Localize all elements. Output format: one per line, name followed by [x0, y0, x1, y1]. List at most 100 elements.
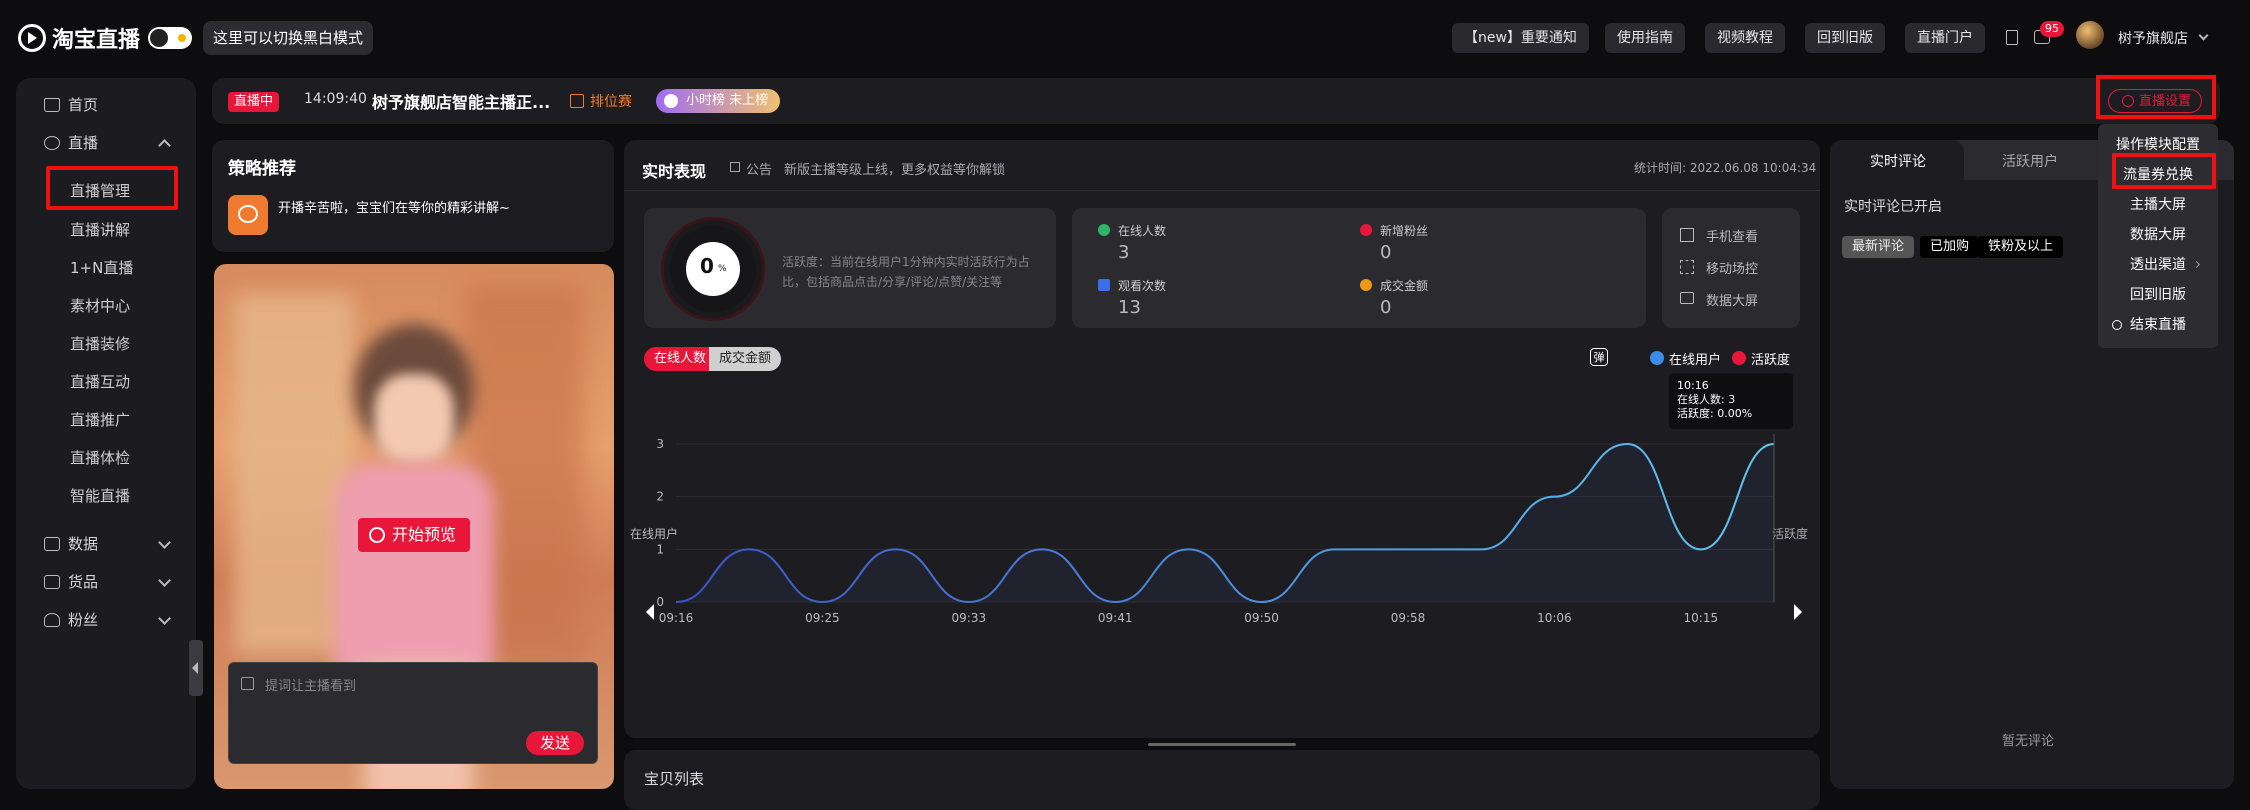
strategy-title: 策略推荐: [228, 159, 296, 179]
x-tick-label: 09:16: [659, 611, 694, 625]
chart-prev-arrow[interactable]: [646, 604, 654, 620]
y-axis-label-right: 活跃度: [1772, 526, 1808, 541]
chevron-down-icon: [158, 612, 171, 625]
sidebar-item-material[interactable]: 素材中心: [70, 295, 130, 316]
online-users-chart: 在线用户 活跃度 0 1 2 3 09:16 09:25 09:33 09:41 09:50 0…: [630, 434, 1808, 625]
metric-gmv-value: 0: [1380, 297, 1392, 318]
metric-online-value: 3: [1118, 242, 1130, 263]
highlight-box: [2096, 75, 2216, 119]
tab-online-users[interactable]: 在线人数: [644, 347, 717, 371]
taobao-live-logo-icon: [18, 24, 46, 52]
metric-views-value: 13: [1118, 297, 1141, 318]
sidebar-item-checkup[interactable]: 直播体检: [70, 447, 130, 468]
sidebar-item-interaction[interactable]: 直播互动: [70, 371, 130, 392]
sidebar-item-decoration[interactable]: 直播装修: [70, 333, 130, 354]
legend-online-users[interactable]: 在线用户: [1669, 349, 1721, 368]
power-icon: [2112, 320, 2122, 330]
chevron-down-icon[interactable]: [2198, 30, 2209, 41]
new-fans-icon: [1360, 224, 1372, 236]
theme-toggle[interactable]: [148, 27, 192, 49]
resize-handle[interactable]: [1148, 743, 1296, 746]
sidebar-item-home[interactable]: 首页: [16, 86, 196, 124]
danmu-toggle[interactable]: 弹: [1590, 348, 1608, 366]
live-time: 14:09:40: [304, 91, 367, 107]
chart-next-arrow[interactable]: [1794, 604, 1802, 620]
x-tick-label: 09:41: [1098, 611, 1133, 625]
x-tick-label: 10:06: [1537, 611, 1572, 625]
nav-important-notice[interactable]: 【new】重要通知: [1452, 23, 1589, 53]
sidebar: 首页 直播 直播管理 直播讲解 1+N直播 素材中心 直播装修 直播互动 直播推…: [16, 78, 196, 789]
prompt-input[interactable]: 提词让主播看到 发送: [228, 662, 598, 764]
filter-latest[interactable]: 最新评论: [1842, 236, 1915, 258]
chart-icon: [664, 94, 678, 108]
checkbox-icon[interactable]: [1732, 351, 1746, 365]
sidebar-item-fans[interactable]: 粉丝: [16, 601, 196, 639]
nav-video-tutorial[interactable]: 视频教程: [1705, 23, 1785, 53]
gmv-icon: [1360, 279, 1372, 291]
nav-live-portal[interactable]: 直播门户: [1905, 23, 1985, 53]
edit-icon: [241, 677, 254, 690]
shortcuts-card: 手机查看 移动场控 数据大屏: [1662, 208, 1800, 328]
shortcut-mobile-control[interactable]: 移动场控: [1706, 258, 1758, 277]
empty-comments: 暂无评论: [2002, 734, 2055, 749]
qrcode-icon: [1680, 228, 1694, 242]
nav-user-guide[interactable]: 使用指南: [1605, 23, 1685, 53]
online-users-icon: [1098, 224, 1110, 236]
series-area: [676, 444, 1774, 602]
legend-activity[interactable]: 活跃度: [1751, 349, 1790, 368]
x-tick-label: 09:58: [1391, 611, 1426, 625]
store-name[interactable]: 树予旗舰店: [2118, 28, 2188, 48]
menu-channels[interactable]: 透出渠道: [2098, 250, 2218, 280]
sidebar-item-live[interactable]: 直播: [16, 124, 196, 162]
views-icon: [1098, 279, 1110, 291]
rank-link[interactable]: 排位赛: [590, 91, 632, 111]
control-icon: [1680, 260, 1694, 274]
play-icon: [369, 527, 385, 543]
nav-old-version[interactable]: 回到旧版: [1805, 23, 1885, 53]
shortcut-mobile-view[interactable]: 手机查看: [1706, 226, 1758, 245]
chevron-down-icon: [158, 536, 171, 549]
notice-label: 公告: [746, 163, 773, 178]
checkbox-icon[interactable]: [1650, 351, 1664, 365]
shortcut-data-screen[interactable]: 数据大屏: [1706, 290, 1758, 309]
send-button[interactable]: 发送: [526, 731, 585, 755]
strategy-panel: 策略推荐 开播辛苦啦，宝宝们在等你的精彩讲解~: [212, 140, 614, 252]
goods-list-title: 宝贝列表: [644, 770, 705, 788]
sidebar-collapse-handle[interactable]: [189, 640, 203, 696]
stat-time: 统计时间: 2022.06.08 10:04:34: [1634, 161, 1817, 175]
chevron-down-icon: [158, 574, 171, 587]
speaker-icon: [730, 162, 740, 172]
highlight-box: [2112, 153, 2216, 189]
strategy-tip: 开播辛苦啦，宝宝们在等你的精彩讲解~: [278, 201, 510, 216]
theme-mode-hint: 这里可以切换黑白模式: [203, 21, 374, 55]
sidebar-item-1n-live[interactable]: 1+N直播: [70, 257, 133, 278]
avatar[interactable]: [2076, 21, 2104, 49]
live-icon: [44, 136, 60, 150]
tab-gmv[interactable]: 成交金额: [709, 347, 782, 371]
activity-card: 0 % 活跃度：当前在线用户1分钟内实时活跃行为占比，包括商品点击/分享/评论/…: [644, 208, 1056, 328]
menu-data-screen[interactable]: 数据大屏: [2098, 220, 2218, 250]
sidebar-item-data[interactable]: 数据: [16, 525, 196, 563]
sidebar-item-promotion[interactable]: 直播推广: [70, 409, 130, 430]
sidebar-item-live-explain[interactable]: 直播讲解: [70, 219, 130, 240]
sun-icon: [178, 34, 186, 42]
y-axis-label: 在线用户: [630, 526, 678, 541]
live-status-bar: 直播中 14:09:40 树予旗舰店智能主播正... 排位赛 小时榜 未上榜 直…: [212, 78, 2220, 124]
metrics-card: 在线人数 3 新增粉丝 0 观看次数 13 成交金额 0: [1072, 208, 1646, 328]
x-tick-label: 09:50: [1244, 611, 1279, 625]
live-title: 树予旗舰店智能主播正...: [372, 93, 551, 112]
filter-added-cart[interactable]: 已加购: [1920, 236, 1980, 258]
document-icon[interactable]: [2006, 30, 2018, 45]
menu-old-version[interactable]: 回到旧版: [2098, 280, 2218, 310]
notice-text[interactable]: 新版主播等级上线，更多权益等你解锁: [784, 159, 1005, 178]
chart-icon: [44, 537, 60, 551]
tab-live-comments[interactable]: 实时评论: [1870, 151, 1926, 171]
menu-host-screen[interactable]: 主播大屏: [2098, 190, 2218, 220]
sidebar-item-smart-live[interactable]: 智能直播: [70, 485, 130, 506]
sidebar-item-goods[interactable]: 货品: [16, 563, 196, 601]
gauge-value: 0: [700, 254, 714, 278]
highlight-box: [46, 166, 178, 210]
y-tick-label: 3: [656, 437, 664, 451]
tab-active-users[interactable]: 活跃用户: [2002, 151, 2058, 171]
filter-loyal-fans[interactable]: 铁粉及以上: [1978, 236, 2064, 258]
